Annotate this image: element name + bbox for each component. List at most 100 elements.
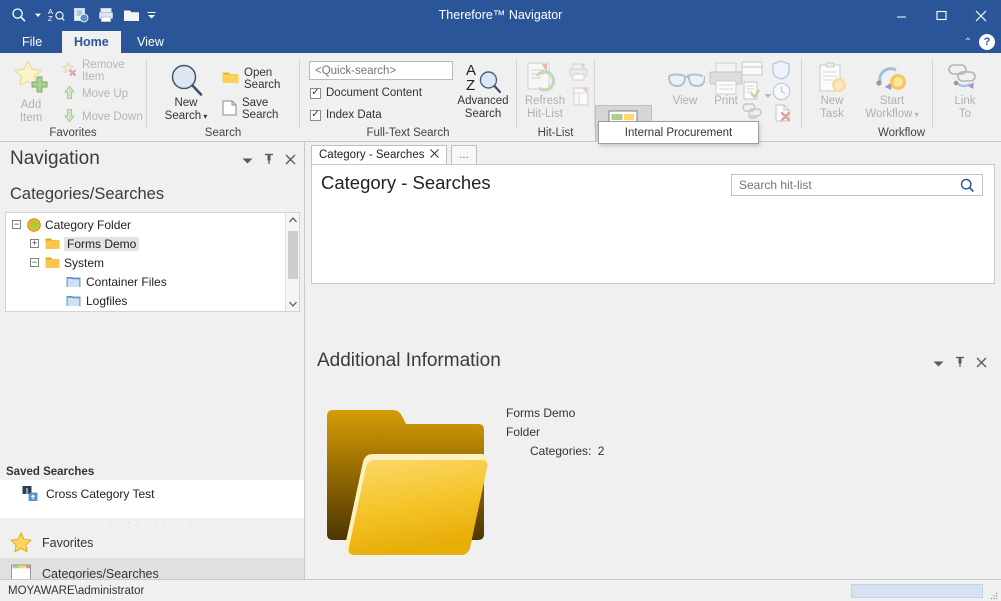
ribbon: Add Item Remove Item Move Up — [0, 53, 1001, 142]
close-tab-icon[interactable] — [430, 149, 439, 161]
detail-categories-label: Categories: — [530, 444, 591, 458]
tree-node-container-files[interactable]: Container Files — [6, 272, 284, 291]
refresh-hitlist-icon — [527, 62, 561, 97]
ribbon-separator — [932, 59, 933, 129]
tree-expander-icon[interactable]: − — [12, 220, 21, 229]
search-icon[interactable] — [960, 178, 982, 193]
checkbox-document-content[interactable]: ✓ Document Content — [310, 87, 422, 99]
view-glasses-icon — [667, 69, 705, 94]
ribbon-group-label-workflow: Workflow — [802, 127, 1001, 140]
additional-information-header-buttons — [933, 356, 987, 371]
category-tree[interactable]: − Category Folder + Forms Demo − — [5, 212, 300, 312]
checkbox-index-data[interactable]: ✓ Index Data — [310, 109, 382, 121]
checkout-icon[interactable] — [743, 81, 761, 103]
tab-view[interactable]: View — [125, 31, 176, 53]
add-item-button[interactable]: Add Item — [8, 99, 54, 124]
link-to-button[interactable]: Link To — [940, 95, 990, 120]
saved-searches-list: Cross Category Test — [0, 480, 304, 518]
start-workflow-icon — [874, 62, 908, 97]
move-down-button[interactable]: Move Down — [62, 107, 143, 127]
tree-node-logfiles[interactable]: Logfiles — [6, 291, 284, 310]
application-window: A Z Therefore™ Navigator — [0, 0, 1001, 601]
maximize-button[interactable] — [921, 0, 961, 31]
additional-information-details: Forms Demo Folder Categories: 2 — [506, 404, 604, 461]
tree-node-forms-demo[interactable]: + Forms Demo — [6, 234, 284, 253]
scroll-down-icon[interactable] — [286, 297, 300, 311]
ribbon-group-hitlist: Refresh Hit-List Hit-List — [517, 53, 594, 142]
new-search-button[interactable]: New Search ▾ — [157, 97, 215, 123]
checkout-dropdown-icon[interactable] — [764, 88, 772, 102]
remove-item-button[interactable]: Remove Item — [62, 61, 146, 81]
retention-clock-icon[interactable] — [772, 82, 791, 104]
navigation-title: Navigation — [10, 148, 100, 170]
refresh-hitlist-button[interactable]: Refresh Hit-List — [518, 95, 572, 120]
title-bar: A Z Therefore™ Navigator — [0, 0, 1001, 31]
tab-overflow[interactable]: ... — [451, 145, 477, 164]
category-folder-icon — [27, 218, 41, 232]
minimize-button[interactable] — [881, 0, 921, 31]
close-icon[interactable] — [285, 154, 296, 168]
dropdown-icon[interactable] — [933, 357, 944, 371]
collapse-ribbon-icon[interactable]: ⌃ — [964, 37, 972, 48]
new-task-icon — [817, 62, 849, 97]
detail-type: Folder — [506, 423, 604, 442]
help-icon[interactable]: ? — [979, 34, 995, 50]
tree-scrollbar[interactable] — [285, 213, 299, 311]
export-hitlist-icon[interactable] — [572, 87, 591, 109]
open-folder-icon — [321, 402, 493, 565]
security-shield-icon[interactable] — [772, 60, 790, 83]
svg-text:Z: Z — [466, 77, 475, 94]
new-task-button[interactable]: New Task — [806, 95, 858, 120]
tree-node-category-folder[interactable]: − Category Folder — [6, 215, 284, 234]
close-icon[interactable] — [976, 357, 987, 371]
tree-expander-icon[interactable]: − — [30, 258, 39, 267]
navigation-pane: Navigation Categories/Searches − Categor — [0, 142, 305, 579]
move-down-icon — [62, 108, 77, 126]
tab-home[interactable]: Home — [62, 31, 121, 53]
quick-search-input[interactable] — [309, 61, 453, 80]
move-up-icon — [62, 85, 77, 103]
additional-information-title: Additional Information — [317, 350, 501, 372]
tree-expander-icon[interactable]: + — [30, 239, 39, 248]
sidebar-item-favorites[interactable]: Favorites — [0, 527, 304, 558]
ribbon-group-favorites: Add Item Remove Item Move Up — [0, 53, 146, 142]
hit-list-search[interactable] — [731, 174, 983, 196]
pane-splitter-grip[interactable]: · · · · · · · · · · — [0, 518, 304, 526]
open-search-button[interactable]: Open Search — [222, 69, 299, 89]
search-hitlist-input[interactable] — [732, 178, 960, 192]
saved-search-item-cross-category-test[interactable]: Cross Category Test — [0, 480, 304, 501]
checkbox-icon[interactable]: ✓ — [310, 88, 321, 99]
save-search-button[interactable]: Save Search — [222, 99, 299, 119]
tab-category-searches[interactable]: Category - Searches — [311, 145, 447, 164]
resize-grip-icon[interactable] — [990, 587, 998, 595]
checkbox-icon[interactable]: ✓ — [310, 110, 321, 121]
remove-item-icon — [62, 62, 77, 80]
category-icon — [66, 294, 81, 307]
hit-list-results[interactable] — [313, 205, 993, 282]
scroll-up-icon[interactable] — [286, 213, 299, 227]
new-search-icon — [169, 63, 205, 100]
close-button[interactable] — [961, 0, 1001, 31]
pin-icon[interactable] — [955, 356, 965, 371]
tab-file[interactable]: File — [10, 31, 54, 53]
advanced-search-button[interactable]: Advanced Search — [452, 95, 514, 120]
dropdown-icon[interactable] — [242, 154, 253, 168]
additional-information-panel: Additional Information — [311, 348, 995, 574]
status-progress-field — [851, 584, 983, 598]
start-workflow-button[interactable]: Start Workflow ▾ — [854, 95, 930, 121]
ribbon-group-label-fulltext: Full-Text Search — [300, 127, 516, 140]
scrollbar-thumb[interactable] — [288, 231, 298, 279]
cross-category-search-icon — [22, 486, 39, 501]
ribbon-group-fulltext: ✓ Document Content ✓ Index Data Advanced… — [300, 53, 516, 142]
tree-node-reports[interactable]: Reports — [6, 310, 284, 312]
menu-item-internal-procurement[interactable]: Internal Procurement — [625, 127, 732, 139]
move-up-button[interactable]: Move Up — [62, 84, 128, 104]
delete-document-icon[interactable] — [774, 104, 792, 125]
pin-icon[interactable] — [264, 153, 274, 168]
ribbon-group-label-favorites: Favorites — [0, 127, 146, 140]
print-hitlist-icon[interactable] — [569, 63, 589, 85]
rename-icon[interactable] — [741, 61, 763, 79]
folder-icon — [45, 237, 60, 250]
tree-node-system[interactable]: − System — [6, 253, 284, 272]
save-search-icon — [222, 100, 237, 119]
